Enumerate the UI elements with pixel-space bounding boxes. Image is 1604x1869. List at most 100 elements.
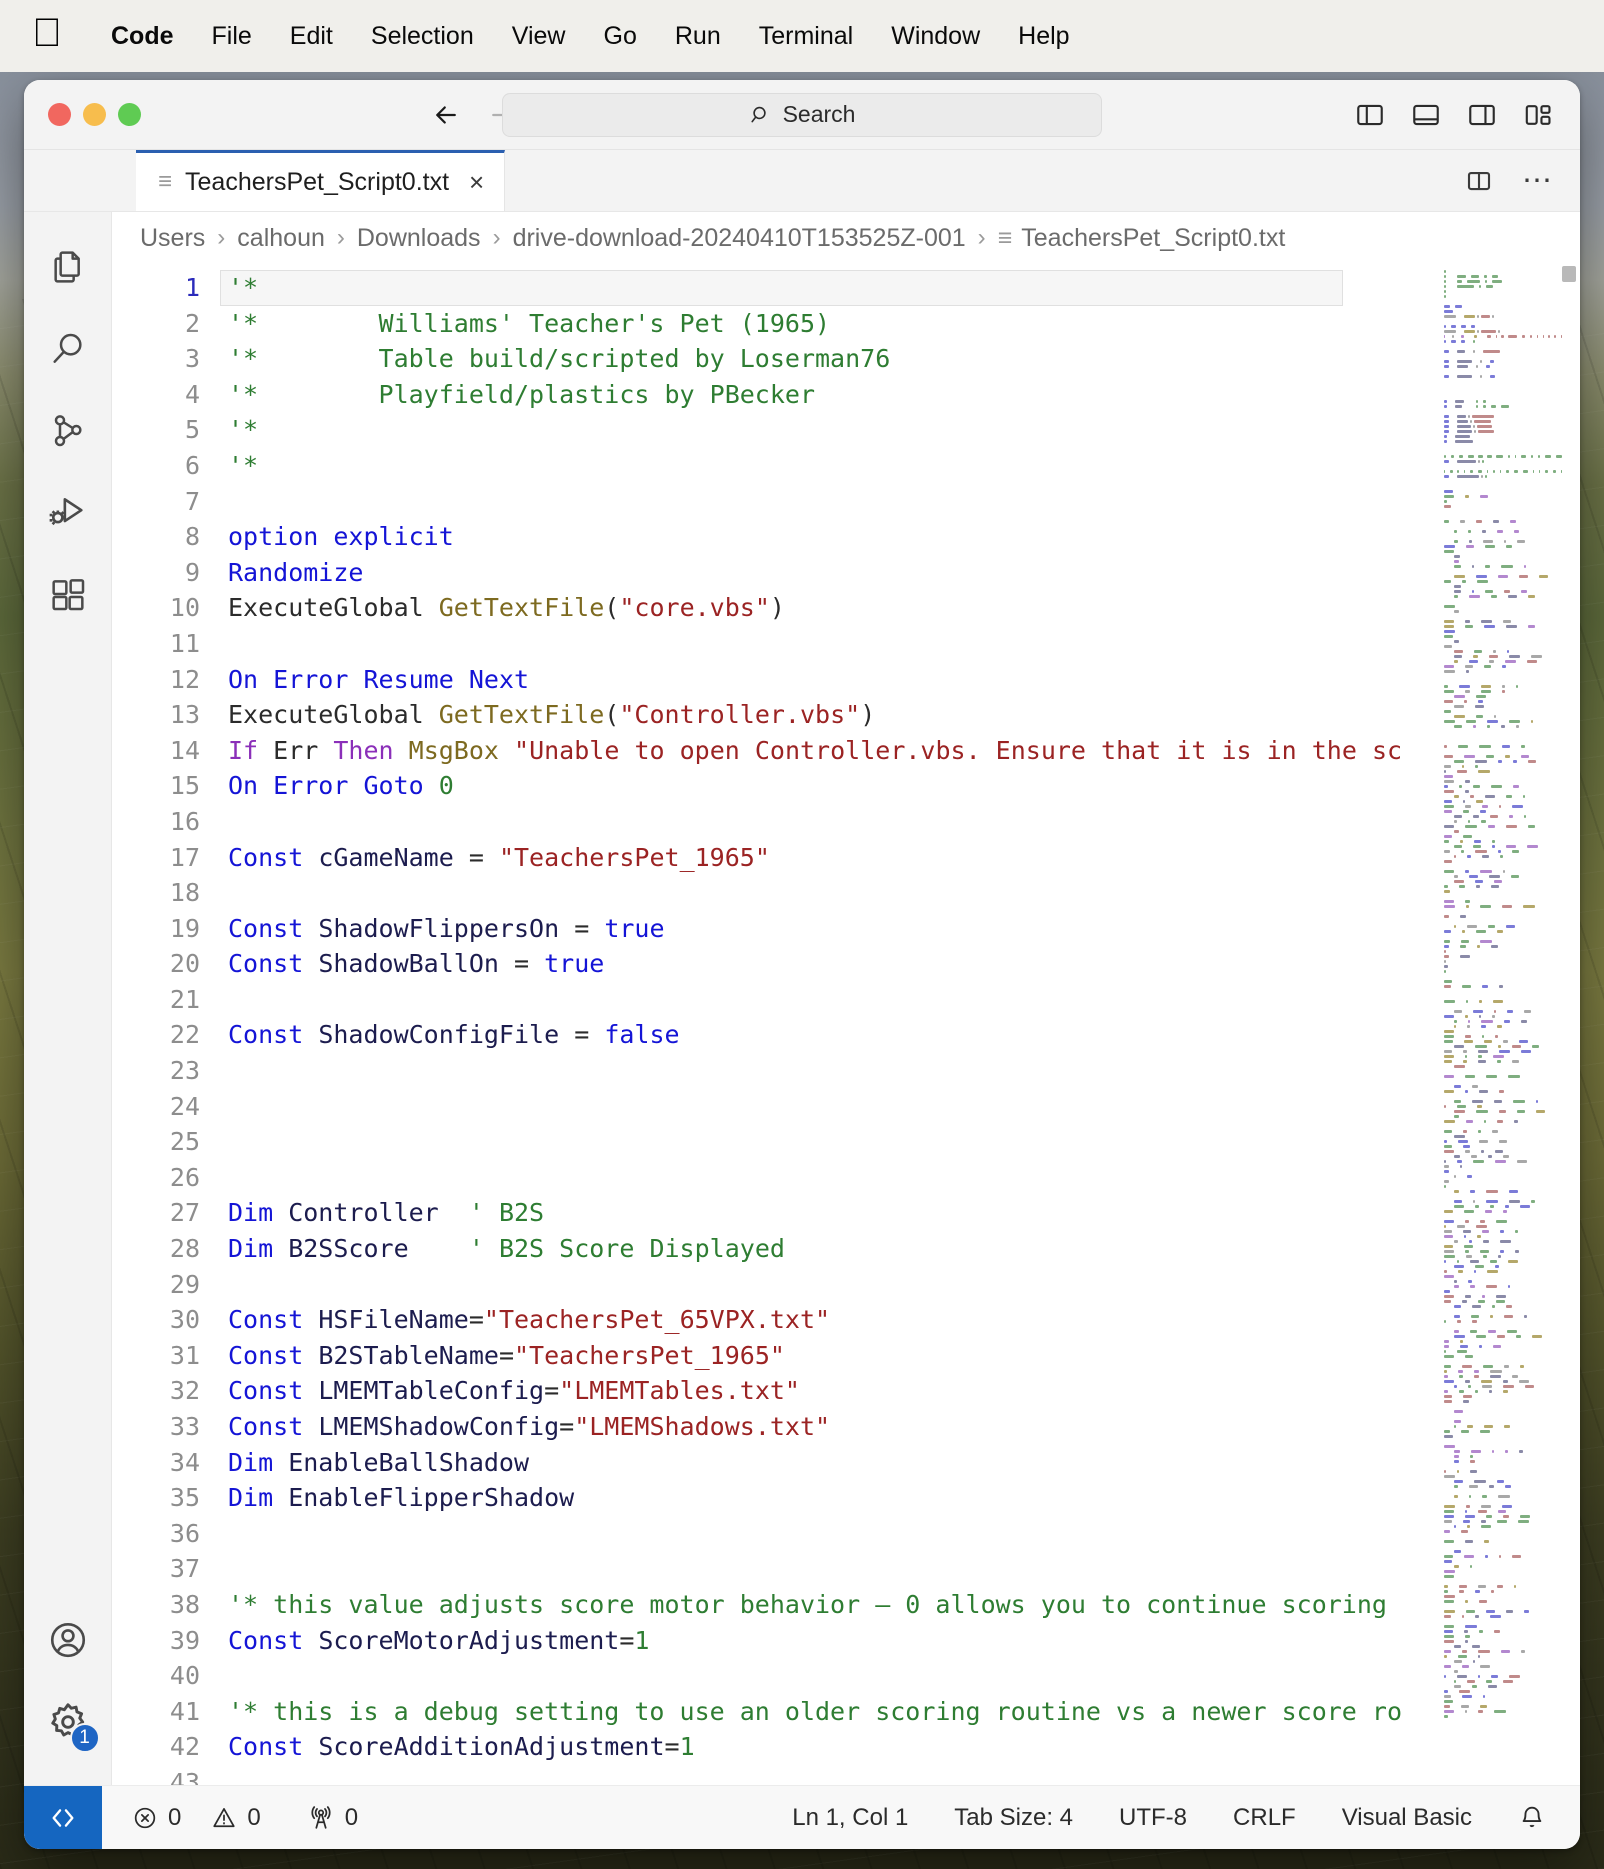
code-line[interactable]: '* Williams' Teacher's Pet (1965) (220, 306, 1580, 342)
breadcrumb-segment-calhoun[interactable]: calhoun (237, 224, 325, 253)
scrollbar-thumb[interactable] (1562, 266, 1576, 282)
code-line[interactable] (220, 1765, 1580, 1785)
breadcrumb-segment-downloads[interactable]: Downloads (357, 224, 481, 253)
code-line[interactable]: Const LMEMShadowConfig="LMEMShadows.txt" (220, 1409, 1580, 1445)
breadcrumb-segment-drive-download[interactable]: drive-download-20240410T153525Z-001 (513, 224, 966, 253)
code-line[interactable]: ExecuteGlobal GetTextFile("core.vbs") (220, 590, 1580, 626)
code-editor[interactable]: 1 2 3 4 5 6 7 8 9 10 11 12 13 14 15 16 17 18 19 20 21 22 23 24 2… (112, 264, 1580, 1785)
code-line[interactable]: Const ShadowConfigFile = false (220, 1017, 1580, 1053)
code-line[interactable]: Const ShadowBallOn = true (220, 946, 1580, 982)
encoding[interactable]: UTF-8 (1119, 1804, 1187, 1832)
code-line[interactable] (220, 484, 1580, 520)
menu-item-edit[interactable]: Edit (271, 22, 352, 51)
tab-teacherspet-script0[interactable]: ≡ TeachersPet_Script0.txt × (136, 150, 506, 211)
code-line[interactable]: Const HSFileName="TeachersPet_65VPX.txt" (220, 1302, 1580, 1338)
code-line[interactable] (220, 1053, 1580, 1089)
sidebar-item-explorer[interactable] (24, 226, 112, 308)
menu-item-help[interactable]: Help (999, 22, 1088, 51)
sidebar-item-settings[interactable]: 1 (24, 1681, 112, 1763)
code-line[interactable]: On Error Resume Next (220, 662, 1580, 698)
editor-scrollbar[interactable] (1562, 264, 1578, 1785)
menu-item-go[interactable]: Go (585, 22, 656, 51)
window-body: 1 Users › calhoun › Downloads › drive-do… (24, 212, 1580, 1785)
layout-panel-bottom-icon[interactable] (1410, 99, 1442, 131)
remote-window-indicator[interactable] (24, 1785, 102, 1849)
sidebar-item-source-control[interactable] (24, 390, 112, 472)
code-line[interactable]: option explicit (220, 519, 1580, 555)
split-editor-icon[interactable] (1464, 166, 1494, 196)
code-line[interactable] (220, 1160, 1580, 1196)
menu-item-run[interactable]: Run (656, 22, 740, 51)
code-line[interactable]: '* (220, 412, 1580, 448)
sidebar-item-run-debug[interactable] (24, 472, 112, 554)
layout-sidebar-right-icon[interactable] (1466, 99, 1498, 131)
line-number: 12 (169, 664, 200, 694)
breadcrumb-file[interactable]: TeachersPet_Script0.txt (1021, 224, 1285, 253)
code-line[interactable] (220, 804, 1580, 840)
menu-item-window[interactable]: Window (872, 22, 999, 51)
bell-icon[interactable] (1518, 1804, 1546, 1832)
end-of-line[interactable]: CRLF (1233, 1804, 1296, 1832)
menu-item-code[interactable]: Code (92, 22, 193, 51)
warning-count[interactable]: 0 (211, 1804, 261, 1832)
menu-item-file[interactable]: File (193, 22, 271, 51)
code-line[interactable]: If Err Then MsgBox "Unable to open Contr… (220, 733, 1580, 769)
menu-item-selection[interactable]: Selection (352, 22, 493, 51)
error-count[interactable]: 0 (132, 1804, 181, 1832)
code-token: Controller (273, 1198, 439, 1228)
code-line[interactable]: '* Playfield/plastics by PBecker (220, 377, 1580, 413)
code-line[interactable]: '* this value adjusts score motor behavi… (220, 1587, 1580, 1623)
ports-count[interactable]: 0 (307, 1804, 358, 1832)
menu-item-view[interactable]: View (493, 22, 585, 51)
code-line[interactable]: ExecuteGlobal GetTextFile("Controller.vb… (220, 697, 1580, 733)
sidebar-item-account[interactable] (24, 1599, 112, 1681)
code-line[interactable]: Dim EnableBallShadow (220, 1445, 1580, 1481)
code-line[interactable] (220, 1658, 1580, 1694)
code-line[interactable]: '* this is a debug setting to use an old… (220, 1694, 1580, 1730)
code-line[interactable]: Dim EnableFlipperShadow (220, 1480, 1580, 1516)
ellipsis-icon[interactable]: ⋯ (1522, 165, 1554, 195)
minimap[interactable] (1442, 264, 1562, 1785)
layout-sidebar-left-icon[interactable] (1354, 99, 1386, 131)
arrow-left-icon[interactable] (431, 100, 461, 130)
code-line[interactable]: Dim B2SScore ' B2S Score Displayed (220, 1231, 1580, 1267)
code-line[interactable]: Const ShadowFlippersOn = true (220, 911, 1580, 947)
cursor-position[interactable]: Ln 1, Col 1 (792, 1804, 908, 1832)
close-icon[interactable]: × (469, 167, 484, 198)
sidebar-item-extensions[interactable] (24, 554, 112, 636)
breadcrumb-segment-users[interactable]: Users (140, 224, 205, 253)
sidebar-item-search[interactable] (24, 308, 112, 390)
language-mode[interactable]: Visual Basic (1342, 1804, 1472, 1832)
code-line[interactable]: Const B2STableName="TeachersPet_1965" (220, 1338, 1580, 1374)
code-line[interactable] (220, 982, 1580, 1018)
code-line[interactable]: '* Table build/scripted by Loserman76 (220, 341, 1580, 377)
tab-size[interactable]: Tab Size: 4 (954, 1804, 1073, 1832)
layout-customize-icon[interactable] (1522, 99, 1554, 131)
code-line[interactable]: Const LMEMTableConfig="LMEMTables.txt" (220, 1373, 1580, 1409)
code-line[interactable]: Const cGameName = "TeachersPet_1965" (220, 840, 1580, 876)
code-line[interactable]: '* (220, 270, 1343, 306)
code-line[interactable] (220, 875, 1580, 911)
code-line[interactable]: '* (220, 448, 1580, 484)
code-line[interactable] (220, 1551, 1580, 1587)
code-content[interactable]: '* '* Williams' Teacher's Pet (1965) '* Ta… (220, 264, 1580, 1785)
code-line[interactable]: Const ScoreMotorAdjustment=1 (220, 1623, 1580, 1659)
minimize-window-button[interactable] (83, 103, 106, 126)
code-token: = (498, 1340, 514, 1370)
menu-item-terminal[interactable]: Terminal (740, 22, 872, 51)
code-line[interactable] (220, 1089, 1580, 1125)
maximize-window-button[interactable] (118, 103, 141, 126)
code-line[interactable]: Const ScoreAdditionAdjustment=1 (220, 1729, 1580, 1765)
close-window-button[interactable] (48, 103, 71, 126)
search-input[interactable]: Search (502, 92, 1102, 137)
code-line[interactable] (220, 1516, 1580, 1552)
code-line[interactable] (220, 1267, 1580, 1303)
code-line[interactable] (220, 1124, 1580, 1160)
code-line[interactable]: Dim Controller ' B2S (220, 1195, 1580, 1231)
apple-logo-icon[interactable]:  (32, 13, 62, 53)
code-line[interactable]: Randomize (220, 555, 1580, 591)
code-token: Const (228, 1020, 304, 1050)
code-line[interactable]: On Error Goto 0 (220, 768, 1580, 804)
code-line[interactable] (220, 626, 1580, 662)
